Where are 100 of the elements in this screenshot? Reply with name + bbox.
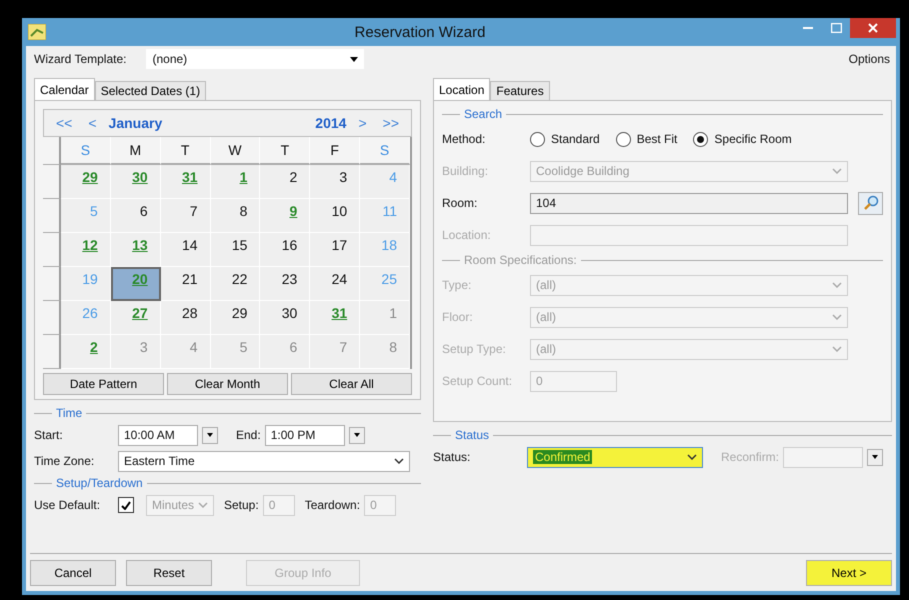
calendar-day[interactable]: 29 [61, 165, 111, 199]
week-number-cell [43, 137, 61, 165]
calendar-day[interactable]: 6 [110, 199, 161, 233]
section-legend: Room Specifications: [464, 253, 577, 267]
footer-button[interactable]: Next > [806, 560, 892, 586]
close-icon [868, 23, 878, 33]
tab[interactable]: Location [433, 78, 490, 100]
calendar-button[interactable]: Clear All [291, 373, 412, 395]
calendar-day[interactable]: 18 [360, 233, 410, 267]
text-field[interactable] [530, 224, 848, 246]
previous-year-button[interactable]: << [52, 115, 76, 131]
radio-option[interactable]: Specific Room [693, 132, 792, 146]
chevron-down-icon [198, 502, 208, 508]
calendar-day[interactable]: 28 [160, 301, 211, 335]
template-dropdown[interactable]: (none) [146, 49, 364, 69]
checkmark-icon [121, 500, 131, 510]
calendar-button[interactable]: Date Pattern [43, 373, 164, 395]
calendar-day[interactable]: 6 [260, 335, 310, 369]
calendar-day[interactable]: 15 [210, 233, 260, 267]
footer-button[interactable]: Reset [126, 560, 212, 586]
teardown-field[interactable]: 0 [364, 494, 396, 516]
calendar-day[interactable]: 21 [160, 267, 211, 301]
calendar-day[interactable]: 25 [360, 267, 410, 301]
tab[interactable]: Calendar [34, 78, 95, 100]
field-label: Teardown: [304, 498, 360, 512]
field-label: Wizard Template: [34, 52, 126, 66]
time-dropdown-button[interactable] [202, 426, 218, 444]
setup-field[interactable]: 0 [262, 494, 295, 516]
status-dropdown[interactable]: Confirmed [527, 446, 703, 468]
calendar-day[interactable]: 3 [110, 335, 161, 369]
options-menu[interactable]: Options [848, 52, 890, 66]
calendar-button[interactable]: Clear Month [167, 373, 288, 395]
calendar-day[interactable]: 30 [110, 165, 161, 199]
calendar-day[interactable]: 23 [260, 267, 310, 301]
calendar-day[interactable]: 5 [61, 199, 111, 233]
field-label: Building: [442, 164, 490, 178]
calendar-day[interactable]: 19 [61, 267, 111, 301]
section-legend: Time [56, 406, 82, 420]
month-label: January [108, 115, 162, 131]
calendar-day[interactable]: 10 [310, 199, 360, 233]
field-label: Type: [442, 278, 472, 292]
calendar-day[interactable]: 8 [360, 335, 410, 369]
close-button[interactable] [850, 18, 896, 38]
checkbox[interactable] [118, 497, 134, 513]
next-year-button[interactable]: >> [378, 115, 403, 131]
calendar-day[interactable]: 13 [110, 233, 161, 267]
calendar-day[interactable]: 9 [260, 199, 310, 233]
field-label: Reconfirm: [721, 450, 780, 464]
calendar-day[interactable]: 4 [160, 335, 211, 369]
start-time-field[interactable]: 10:00 AM [118, 424, 198, 446]
chevron-down-icon [832, 168, 842, 174]
calendar-day[interactable]: 31 [160, 165, 211, 199]
tab[interactable]: Features [490, 81, 550, 100]
calendar-day[interactable]: 7 [310, 335, 360, 369]
field-label: Setup Type: [442, 342, 507, 356]
footer-button[interactable]: Cancel [30, 560, 116, 586]
calendar-day[interactable]: 22 [210, 267, 260, 301]
calendar-day[interactable]: 14 [160, 233, 211, 267]
room-field[interactable]: 104 [530, 192, 848, 214]
dropdown-arrow-icon [207, 433, 213, 437]
calendar-day[interactable]: 17 [310, 233, 360, 267]
end-time-field[interactable]: 1:00 PM [264, 424, 345, 446]
calendar-day[interactable]: 1 [210, 165, 260, 199]
calendar-day[interactable]: 24 [310, 267, 360, 301]
field-label: Status: [433, 450, 472, 464]
calendar-day[interactable]: 3 [310, 165, 360, 199]
calendar-day[interactable]: 11 [360, 199, 410, 233]
time-dropdown-button[interactable] [348, 426, 365, 444]
time-zone-dropdown[interactable]: Eastern Time [118, 450, 410, 472]
year-label: 2014 [315, 115, 346, 131]
tab[interactable]: Selected Dates (1) [94, 81, 206, 100]
reconfirm-dropdown-button[interactable] [867, 448, 884, 466]
radio-option[interactable]: Best Fit [616, 132, 678, 146]
calendar-day[interactable]: 29 [210, 301, 260, 335]
calendar-day[interactable]: 27 [110, 301, 161, 335]
calendar-day[interactable]: 8 [210, 199, 260, 233]
calendar-day[interactable]: 1 [360, 301, 410, 335]
previous-month-button[interactable]: < [84, 115, 101, 131]
maximize-icon [830, 23, 842, 33]
calendar-day[interactable]: 2 [61, 335, 111, 369]
calendar-day[interactable]: 7 [160, 199, 211, 233]
search-button[interactable] [858, 192, 883, 214]
dropdown-arrow-icon [872, 455, 878, 459]
calendar-day[interactable]: 4 [360, 165, 410, 199]
field-label: Setup Count: [442, 374, 514, 388]
calendar-day[interactable]: 2 [260, 165, 310, 199]
unit-dropdown[interactable]: Minutes [146, 494, 214, 516]
field-label: Floor: [442, 310, 474, 324]
calendar-day[interactable]: 16 [260, 233, 310, 267]
field-label: Room: [442, 196, 478, 210]
section-legend: Search [464, 107, 502, 121]
next-month-button[interactable]: > [354, 115, 371, 131]
calendar-day[interactable]: 26 [61, 301, 111, 335]
calendar-day[interactable]: 5 [210, 335, 260, 369]
chevron-down-icon [832, 282, 842, 288]
app-icon [28, 24, 46, 40]
calendar-day[interactable]: 30 [260, 301, 310, 335]
calendar-day[interactable]: 31 [310, 301, 360, 335]
calendar-day[interactable]: 12 [61, 233, 111, 267]
radio-option[interactable]: Standard [530, 132, 600, 146]
